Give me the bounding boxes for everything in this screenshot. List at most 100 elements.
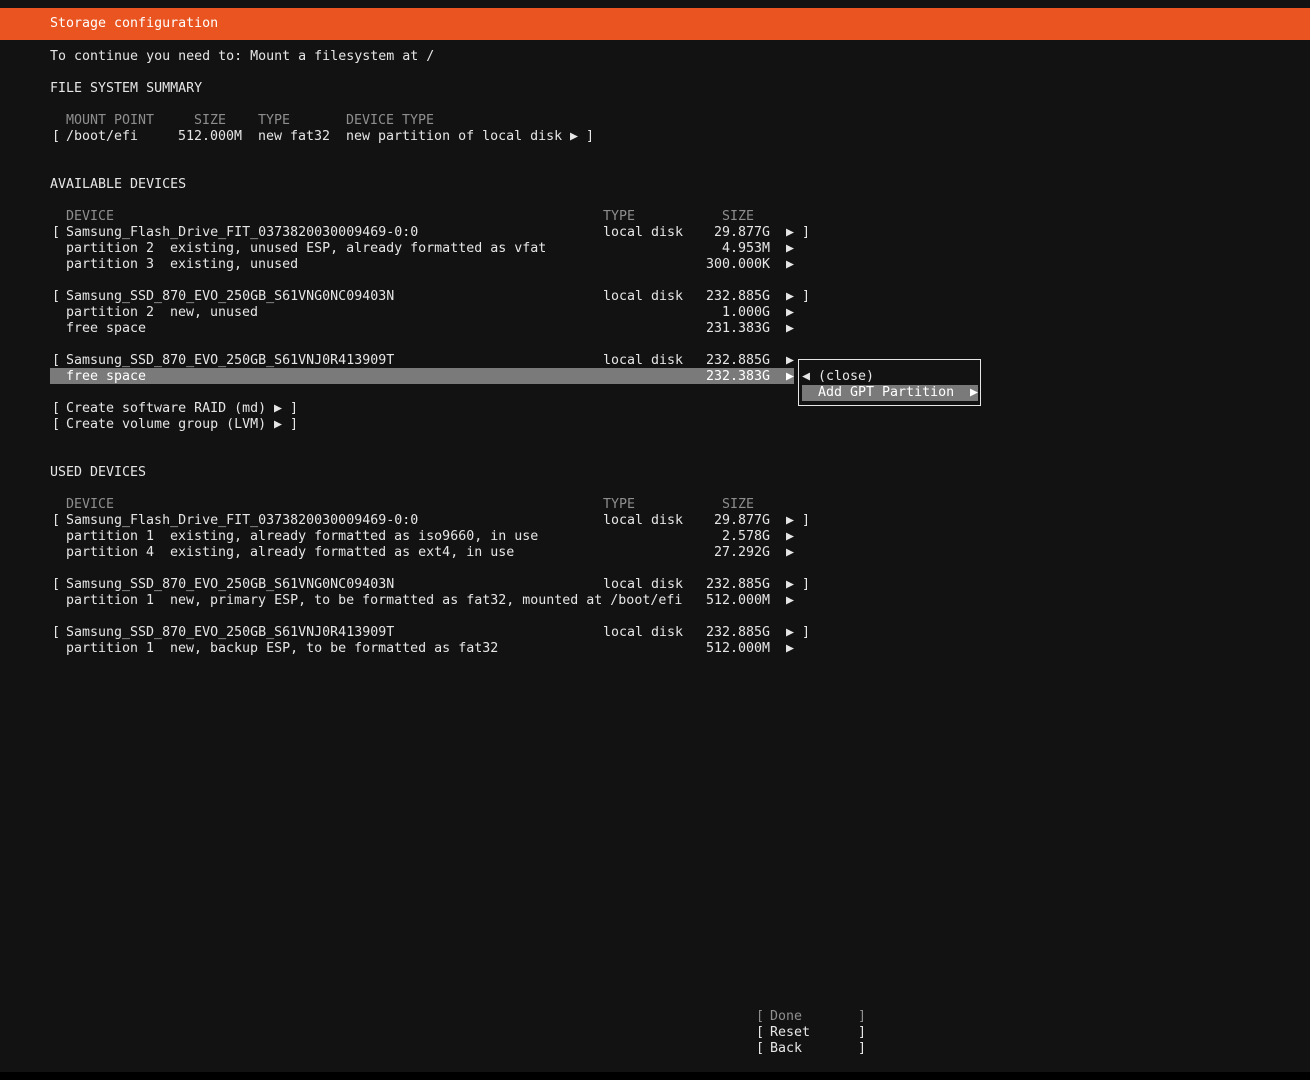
disk-type: local disk [603,577,684,592]
disk-size: 232.885G [705,577,770,592]
disk-type: local disk [603,513,684,528]
row-menu-arrow-icon: ▶ [274,401,283,416]
disk-name: Samsung_Flash_Drive_FIT_0373820030009469… [66,225,419,240]
menu-close-label: (close) [818,369,875,384]
bracket-open: [ [52,401,61,416]
bracket-open: [ [52,225,61,240]
partition-size: 1.000G [721,305,770,320]
partition-desc: new, backup ESP, to be formatted as fat3… [170,641,499,656]
bracket-open: [ [52,577,61,592]
partition-size: 512.000M [705,593,770,608]
row-menu-arrow-icon: ▶ [786,369,795,384]
col-mount-point: MOUNT POINT [66,113,155,128]
disk-type: local disk [603,225,684,240]
bracket-close: ] [858,1009,867,1024]
fs-device-type: new partition of local disk [346,129,563,144]
row-menu-arrow-icon: ▶ [786,625,795,640]
partition-desc: existing, unused [170,257,299,272]
bracket-close: ] [290,401,299,416]
disk-name: Samsung_SSD_870_EVO_250GB_S61VNJ0R413909… [66,353,395,368]
col-device: DEVICE [66,209,115,224]
partition-label: partition 3 [66,257,155,272]
col-size: SIZE [194,113,227,128]
bracket-open: [ [756,1009,765,1024]
disk-type: local disk [603,289,684,304]
bracket-close: ] [858,1025,867,1040]
fs-mount-point: /boot/efi [66,129,139,144]
bracket-open: [ [52,129,61,144]
bracket-open: [ [756,1025,765,1040]
partition-label: free space [66,369,147,384]
back-label: Back [770,1041,803,1056]
row-menu-arrow-icon: ▶ [274,417,283,432]
partition-size: 27.292G [713,545,770,560]
bracket-open: [ [52,417,61,432]
bracket-open: [ [756,1041,765,1056]
partition-label: partition 1 [66,593,155,608]
bracket-close: ] [290,417,299,432]
create-raid-label: Create software RAID (md) [66,401,267,416]
bracket-close: ] [802,513,811,528]
disk-size: 232.885G [705,353,770,368]
bracket-open: [ [52,289,61,304]
disk-name: Samsung_SSD_870_EVO_250GB_S61VNJ0R413909… [66,625,395,640]
bracket-close: ] [802,625,811,640]
row-menu-arrow-icon: ▶ [786,545,795,560]
row-menu-arrow-icon: ▶ [786,513,795,528]
partition-label: free space [66,321,147,336]
used-devices-heading: USED DEVICES [50,465,147,480]
partition-desc: existing, already formatted as iso9660, … [170,529,539,544]
row-menu-arrow-icon: ▶ [786,353,795,368]
partition-desc: existing, already formatted as ext4, in … [170,545,515,560]
submenu-arrow-icon: ▶ [970,385,979,400]
row-menu-arrow-icon: ▶ [570,129,579,144]
bracket-close: ] [802,577,811,592]
selected-free-space-row[interactable] [50,368,794,384]
row-menu-arrow-icon: ▶ [786,641,795,656]
disk-size: 29.877G [713,513,770,528]
col-size: SIZE [722,209,755,224]
fs-size: 512.000M [178,129,243,144]
row-menu-arrow-icon: ▶ [786,241,795,256]
bracket-open: [ [52,513,61,528]
installer-screen: Storage configuration To continue you ne… [0,0,1310,1080]
partition-size: 512.000M [705,641,770,656]
partition-label: partition 2 [66,241,155,256]
partition-size: 300.000K [705,257,770,272]
col-type: TYPE [258,113,291,128]
disk-size: 29.877G [713,225,770,240]
fs-type: new fat32 [258,129,331,144]
disk-type: local disk [603,353,684,368]
bracket-close: ] [586,129,595,144]
bracket-close: ] [802,289,811,304]
partition-label: partition 4 [66,545,155,560]
page-title: Storage configuration [50,16,219,31]
disk-type: local disk [603,625,684,640]
row-menu-arrow-icon: ▶ [786,289,795,304]
partition-size: 4.953M [721,241,770,256]
bottom-border [0,1072,1310,1080]
menu-add-gpt-label: Add GPT Partition [818,385,955,400]
back-arrow-icon: ◀ [802,369,811,384]
row-menu-arrow-icon: ▶ [786,593,795,608]
col-device-type: DEVICE TYPE [346,113,435,128]
partition-size: 232.383G [705,369,770,384]
disk-name: Samsung_SSD_870_EVO_250GB_S61VNG0NC09403… [66,289,395,304]
instruction-text: To continue you need to: Mount a filesys… [50,49,435,64]
row-menu-arrow-icon: ▶ [786,577,795,592]
row-menu-arrow-icon: ▶ [786,225,795,240]
bracket-close: ] [802,225,811,240]
available-devices-heading: AVAILABLE DEVICES [50,177,187,192]
col-device: DEVICE [66,497,115,512]
col-size: SIZE [722,497,755,512]
row-menu-arrow-icon: ▶ [786,321,795,336]
create-lvm-label: Create volume group (LVM) [66,417,267,432]
disk-name: Samsung_Flash_Drive_FIT_0373820030009469… [66,513,419,528]
col-type: TYPE [603,497,636,512]
row-menu-arrow-icon: ▶ [786,529,795,544]
bracket-open: [ [52,625,61,640]
reset-label: Reset [770,1025,811,1040]
col-type: TYPE [603,209,636,224]
bracket-open: [ [52,353,61,368]
done-label: Done [770,1009,803,1024]
